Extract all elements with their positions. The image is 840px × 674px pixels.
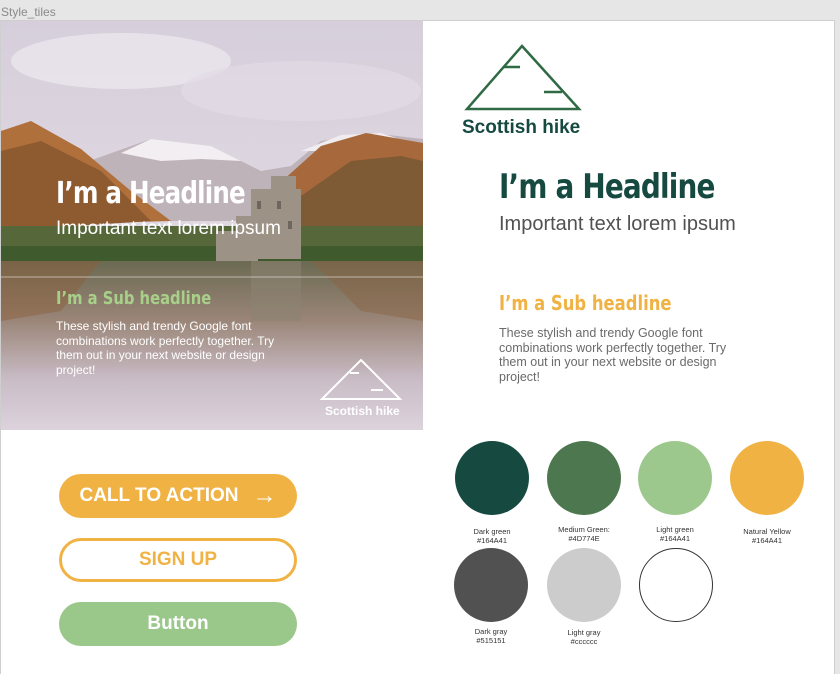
swatch-dark-green [455,441,529,515]
swatch-dark-gray [454,548,528,622]
important-text-sample: Important text lorem ipsum [499,213,736,235]
swatch-label-light-green: Light green #164A41 [625,525,725,543]
arrow-right-icon: → [252,482,277,509]
green-button[interactable]: Button [59,602,297,646]
style-tile-artboard: I’m a Headline Important text lorem ipsu… [1,21,834,674]
swatch-label-light-gray: Light gray #cccccc [534,628,634,646]
swatch-name: Light gray [567,628,601,637]
artboard-title: Style_tiles [1,5,56,19]
subheadline-sample: I’m a Sub headline [499,291,672,315]
swatch-medium-green [547,441,621,515]
hero-body-text: These stylish and trendy Google font com… [56,319,275,377]
swatch-code: #4D774E [568,534,600,543]
swatch-light-green [638,441,712,515]
brand-logo: Scottish hike [462,43,586,138]
sign-up-button[interactable]: SIGN UP [59,538,297,582]
swatch-name: Light green [656,525,694,534]
sign-up-label: SIGN UP [138,549,218,570]
swatch-light-gray [547,548,621,622]
swatch-name: Natural Yellow [743,527,791,536]
hero-headline: I’m a Headline [56,176,246,211]
cta-label: CALL TO ACTION [79,485,239,506]
swatch-code: #164A41 [659,534,691,543]
swatch-code: #164A41 [751,536,783,545]
swatch-name: Dark gray [474,627,508,636]
body-text-sample: These stylish and trendy Google font com… [499,326,727,384]
hero-image: I’m a Headline Important text lorem ipsu… [1,21,423,430]
mountain-icon [319,358,403,400]
hero-subheadline: I’m a Sub headline [56,288,212,309]
swatch-label-natural-yellow: Natural Yellow #164A41 [717,527,817,545]
swatch-code: #164A41 [476,536,508,545]
swatch-white [639,548,713,622]
swatch-label-medium-green: Medium Green: #4D774E [534,525,634,543]
swatch-name: Medium Green: [558,525,610,534]
hero-important-text: Important text lorem ipsum [56,218,281,239]
button-label: Button [147,613,209,634]
swatch-code: #515151 [476,636,506,645]
swatch-label-dark-green: Dark green #164A41 [442,527,542,545]
swatch-name: Dark green [473,527,511,536]
headline-sample: I’m a Headline [499,167,715,207]
swatch-label-dark-gray: Dark gray #515151 [441,627,541,645]
call-to-action-button[interactable]: CALL TO ACTION → [59,474,297,518]
logo-wordmark: Scottish hike [462,117,581,138]
swatch-code: #cccccc [570,637,598,646]
hero-logo-wordmark: Scottish hike [325,404,400,418]
swatch-natural-yellow [730,441,804,515]
mountain-icon [464,44,582,111]
